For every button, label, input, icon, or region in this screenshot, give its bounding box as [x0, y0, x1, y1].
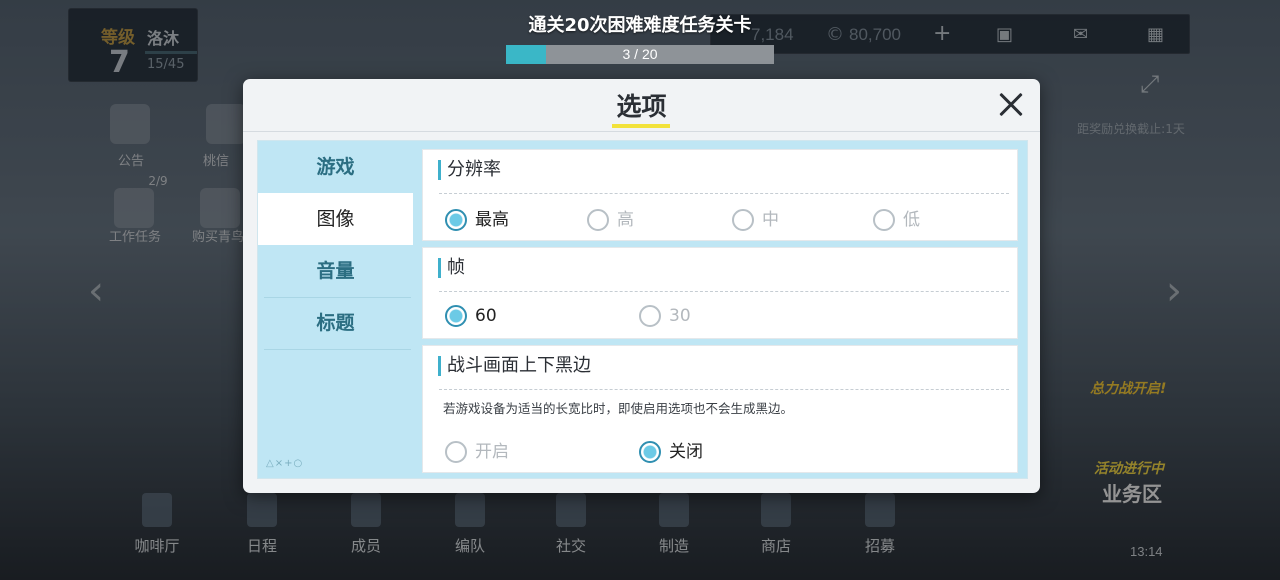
option-label: 60 [475, 306, 497, 326]
option-label: 开启 [475, 442, 509, 462]
menu-item-game[interactable]: 游戏 [258, 141, 413, 193]
option-label: 关闭 [669, 442, 703, 462]
radio-circle [445, 441, 467, 463]
option-label: 中 [762, 210, 779, 230]
radio-circle [445, 209, 467, 231]
radio-circle [587, 209, 609, 231]
divider [439, 291, 1009, 292]
close-icon[interactable] [992, 85, 1030, 123]
options-dialog: 选项 游戏 图像 音量 标题 △×+○ 分辨率 最高 高 中 低 帧 60 30… [243, 79, 1040, 493]
section-title: 战斗画面上下黑边 [438, 356, 591, 376]
resolution-section: 分辨率 最高 高 中 低 [422, 149, 1018, 241]
section-title: 分辨率 [438, 160, 501, 180]
menu-item-graphics[interactable]: 图像 [258, 193, 413, 245]
dialog-body: 游戏 图像 音量 标题 △×+○ 分辨率 最高 高 中 低 帧 60 30 战斗… [257, 140, 1028, 479]
decoration-glyphs: △×+○ [266, 458, 304, 469]
divider [243, 131, 1040, 132]
menu-item-title[interactable]: 标题 [258, 297, 413, 349]
option-label: 最高 [475, 210, 509, 230]
radio-circle [639, 305, 661, 327]
settings-panel: 分辨率 最高 高 中 低 帧 60 30 战斗画面上下黑边 若游戏设备为适当的长… [422, 149, 1022, 473]
radio-circle [639, 441, 661, 463]
dialog-title: 选项 [616, 92, 667, 121]
mission-title: 通关20次困难难度任务关卡 [528, 15, 752, 36]
mission-progress-bar: 3 / 20 [506, 45, 774, 64]
frame-section: 帧 60 30 [422, 247, 1018, 339]
title-underline [612, 124, 670, 128]
letterbox-note: 若游戏设备为适当的长宽比时，即使启用选项也不会生成黑边。 [443, 401, 794, 416]
menu-item-sound[interactable]: 音量 [258, 245, 413, 297]
divider [264, 349, 411, 350]
option-label: 高 [617, 210, 634, 230]
radio-circle [732, 209, 754, 231]
option-label: 低 [903, 210, 920, 230]
divider [439, 193, 1009, 194]
radio-circle [445, 305, 467, 327]
options-menu: 游戏 图像 音量 标题 △×+○ [258, 141, 415, 480]
letterbox-section: 战斗画面上下黑边 若游戏设备为适当的长宽比时，即使启用选项也不会生成黑边。 开启… [422, 345, 1018, 473]
mission-progress-text: 3 / 20 [622, 46, 658, 62]
option-label: 30 [669, 306, 691, 326]
divider [439, 389, 1009, 390]
section-title: 帧 [438, 258, 465, 278]
radio-circle [873, 209, 895, 231]
